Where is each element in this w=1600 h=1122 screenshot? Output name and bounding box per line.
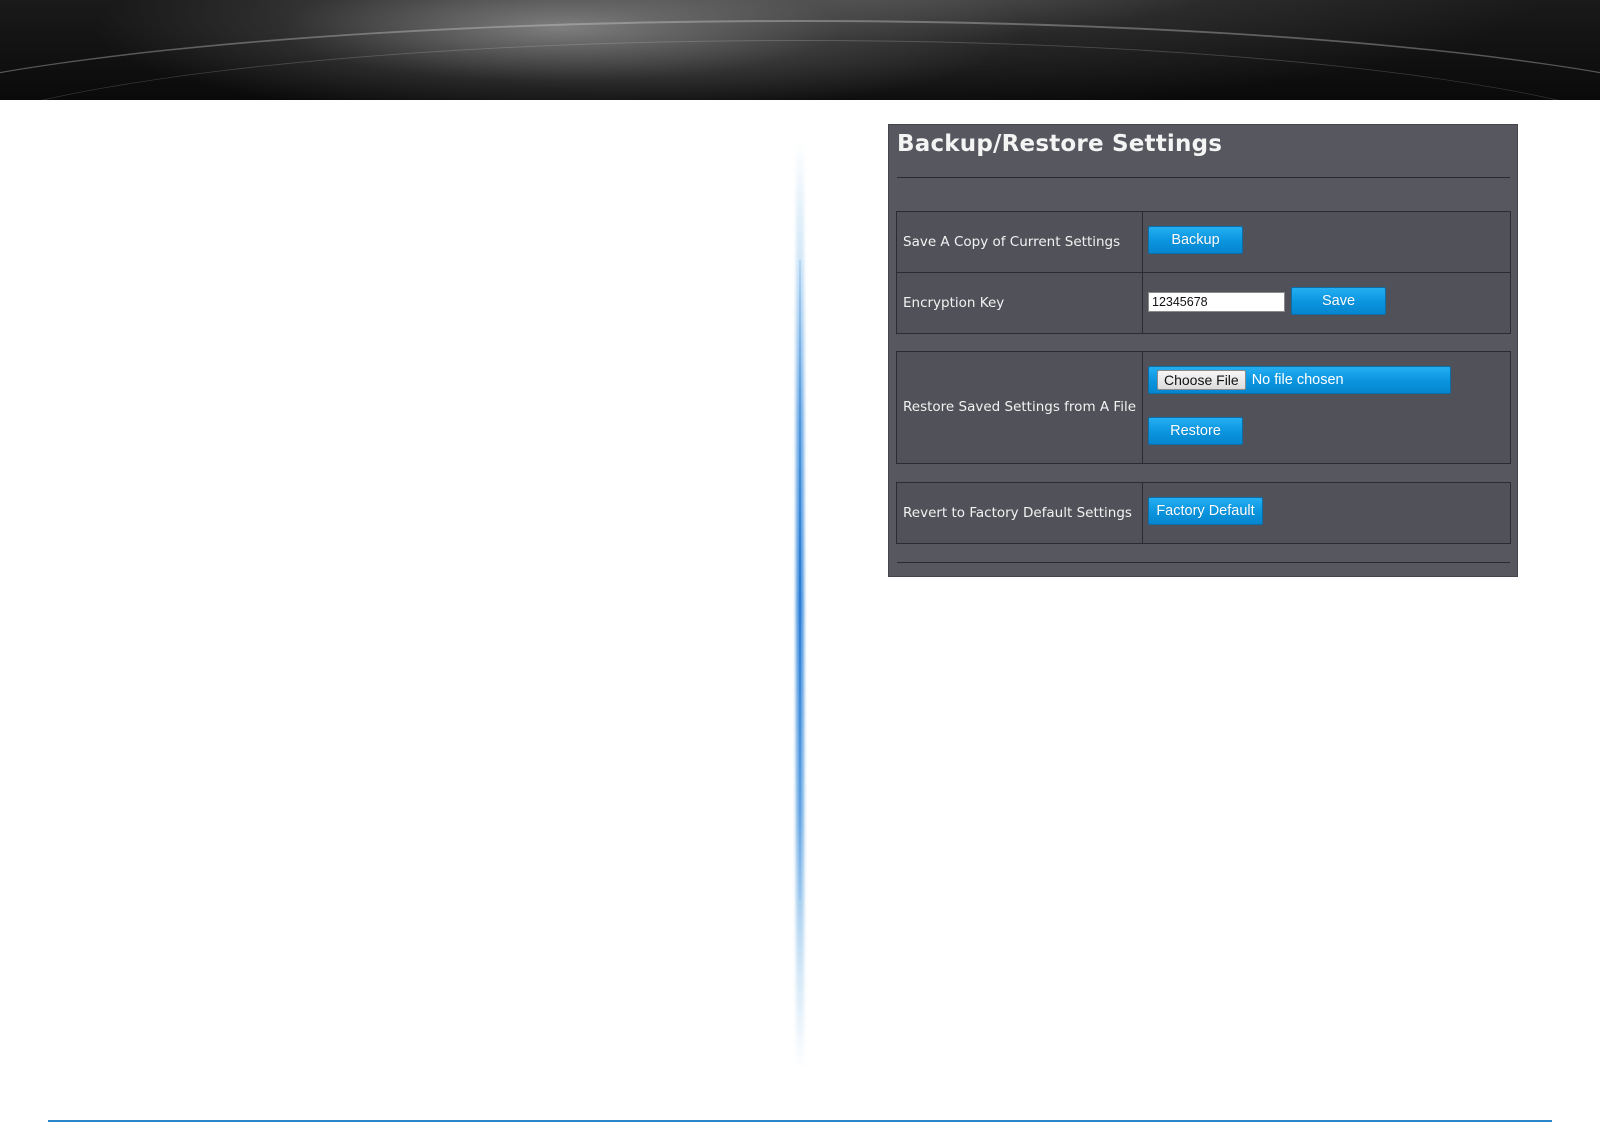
panel-title: Backup/Restore Settings <box>897 131 1223 157</box>
save-copy-row: Save A Copy of Current Settings Backup <box>897 212 1510 273</box>
factory-default-button[interactable]: Factory Default <box>1148 497 1263 525</box>
panel-bottom-divider <box>897 562 1510 563</box>
encryption-key-input[interactable]: 12345678 <box>1148 292 1285 312</box>
top-banner <box>0 0 1600 100</box>
factory-default-control-cell: Factory Default <box>1143 483 1510 543</box>
restore-button[interactable]: Restore <box>1148 417 1243 445</box>
save-copy-label: Save A Copy of Current Settings <box>897 212 1143 272</box>
vertical-divider <box>799 260 801 900</box>
save-copy-control-cell: Backup <box>1143 212 1510 272</box>
encryption-key-control-cell: 12345678 Save <box>1143 273 1510 333</box>
choose-file-button[interactable]: Choose File <box>1157 370 1246 390</box>
restore-control-cell: Choose File No file chosen Restore <box>1143 352 1510 463</box>
file-picker[interactable]: Choose File No file chosen <box>1148 366 1451 394</box>
encryption-key-label: Encryption Key <box>897 273 1143 333</box>
backup-section: Save A Copy of Current Settings Backup E… <box>896 211 1511 334</box>
factory-default-row: Revert to Factory Default Settings Facto… <box>897 483 1510 543</box>
backup-button[interactable]: Backup <box>1148 226 1243 254</box>
file-status-text: No file chosen <box>1251 372 1344 388</box>
restore-row: Restore Saved Settings from A File Choos… <box>897 352 1510 463</box>
encryption-key-row: Encryption Key 12345678 Save <box>897 273 1510 333</box>
save-button[interactable]: Save <box>1291 287 1386 315</box>
title-divider <box>897 177 1510 178</box>
restore-section: Restore Saved Settings from A File Choos… <box>896 351 1511 464</box>
backup-restore-panel: Backup/Restore Settings Save A Copy of C… <box>888 124 1518 577</box>
factory-section: Revert to Factory Default Settings Facto… <box>896 482 1511 544</box>
factory-default-label: Revert to Factory Default Settings <box>897 483 1143 543</box>
restore-label: Restore Saved Settings from A File <box>897 352 1143 463</box>
